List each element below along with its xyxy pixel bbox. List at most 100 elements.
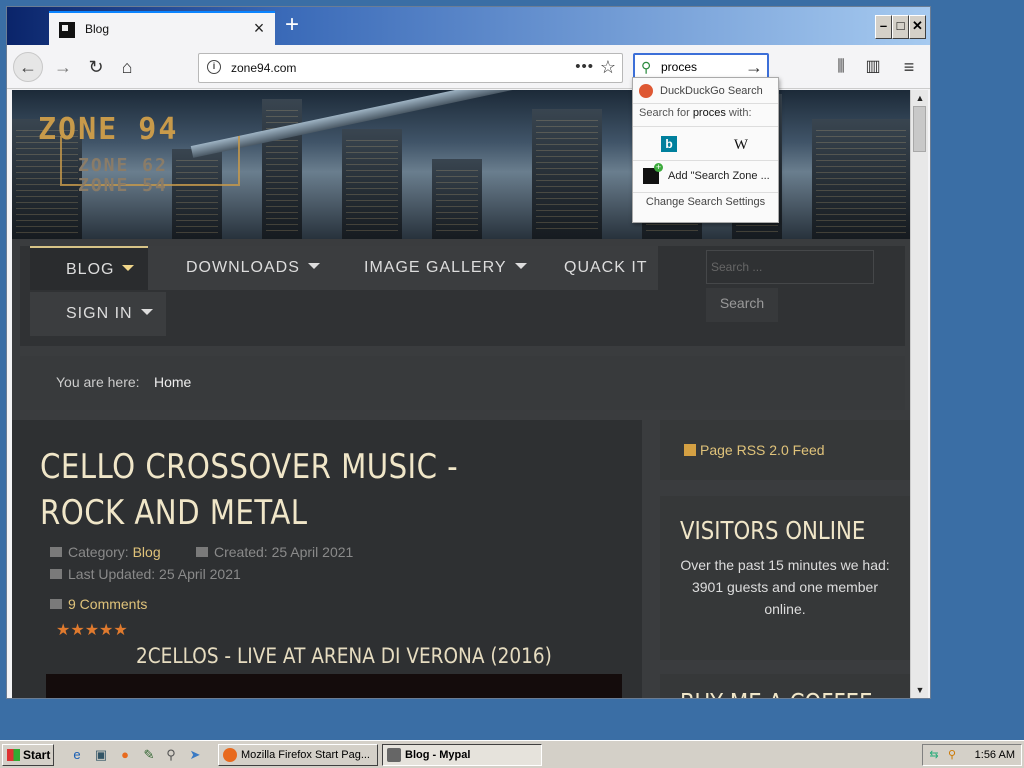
wikipedia-search-button[interactable]: W	[711, 132, 771, 156]
hint-term: proces	[692, 107, 726, 119]
network-icon[interactable]: ⇆	[927, 748, 941, 762]
new-tab-button[interactable]: +	[279, 13, 305, 39]
chevron-down-icon	[122, 265, 135, 271]
navigation-toolbar: ← → ↻ ⌂ i zone94.com ••• ☆ ⚲ → ⫼ ▥ ≡	[7, 45, 930, 89]
video-player[interactable]	[46, 674, 622, 698]
updated-date: Last Updated: 25 April 2021	[68, 566, 241, 582]
chevron-down-icon	[307, 263, 320, 269]
banner-building	[262, 99, 302, 239]
rss-feed-link[interactable]: Page RSS 2.0 Feed	[684, 442, 825, 458]
calendar-icon	[50, 569, 62, 579]
task-mypal[interactable]: Blog - Mypal	[382, 744, 542, 766]
category-link[interactable]: Blog	[133, 544, 161, 560]
home-button[interactable]: ⌂	[113, 53, 141, 81]
visitors-text-1: Over the past 15 minutes we had:	[680, 557, 890, 573]
banner-building	[342, 129, 402, 239]
logo-subtitle: ZONE 62 ZONE 54	[78, 156, 168, 196]
rss-feed-box: Page RSS 2.0 Feed	[660, 420, 910, 480]
close-window-button[interactable]: ✕	[909, 15, 926, 39]
article-title[interactable]: CELLO CROSSOVER MUSIC - ROCK AND METAL	[40, 444, 522, 536]
menu-item-image-gallery[interactable]: IMAGE GALLERY	[328, 246, 528, 290]
comments-link[interactable]: 9 Comments	[50, 596, 147, 612]
taskbar: Start e ▣ ● ✎ ⚲ ➤ Mozilla Firefox Start …	[0, 740, 1024, 768]
divider	[633, 103, 778, 104]
clock[interactable]: 1:56 AM	[975, 749, 1015, 761]
search-go-icon[interactable]: →	[745, 57, 763, 78]
comment-icon	[50, 599, 62, 609]
menu-item-sign-in[interactable]: SIGN IN	[30, 292, 166, 336]
visitors-text-2: 3901 guests and one member online.	[691, 579, 878, 617]
site-search-button[interactable]: Search	[706, 288, 778, 322]
minimize-button[interactable]: –	[875, 15, 892, 39]
hamburger-menu-icon[interactable]: ≡	[895, 53, 923, 81]
url-text[interactable]: zone94.com	[231, 61, 296, 75]
messenger-icon[interactable]: ➤	[186, 746, 204, 764]
back-button[interactable]: ←	[13, 52, 43, 82]
address-bar[interactable]: i zone94.com ••• ☆	[198, 53, 623, 83]
tab-close-icon[interactable]: ×	[249, 18, 269, 39]
site-logo[interactable]: ZONE 94 ZONE 62 ZONE 54	[30, 108, 250, 208]
task-label: Mozilla Firefox Start Pag...	[241, 749, 370, 761]
bookmark-star-icon[interactable]: ☆	[600, 57, 616, 78]
current-engine-row: DuckDuckGo Search	[633, 80, 778, 102]
breadcrumb-label: You are here:	[56, 374, 140, 390]
maximize-button[interactable]: □	[892, 15, 909, 39]
mypal-task-icon	[387, 748, 401, 762]
library-icon[interactable]: ⫼	[827, 53, 855, 81]
search-app-icon[interactable]: ⚲	[162, 746, 180, 764]
logo-title: ZONE 94	[38, 112, 179, 147]
article: CELLO CROSSOVER MUSIC - ROCK AND METAL C…	[12, 420, 642, 698]
sidebar-toggle-icon[interactable]: ▥	[859, 53, 887, 81]
tab-blog[interactable]: Blog ×	[49, 11, 275, 45]
banner-building	[432, 159, 482, 239]
firefox-icon[interactable]: ●	[116, 746, 134, 764]
article-category: Category: Blog	[50, 544, 161, 560]
menu-item-blog[interactable]: BLOG	[30, 246, 148, 290]
logo-line-2: ZONE 62	[78, 155, 168, 176]
add-search-engine-item[interactable]: Add "Search Zone ...	[633, 162, 778, 188]
tab-title: Blog	[85, 22, 110, 36]
site-info-icon[interactable]: i	[207, 60, 221, 74]
bing-search-button[interactable]: b	[639, 132, 699, 156]
video-title: 2CELLOS - LIVE AT ARENA DI VERONA (2016)	[136, 644, 552, 668]
main-menu: BLOG DOWNLOADS IMAGE GALLERY QUACK IT SI…	[20, 246, 905, 346]
rss-label[interactable]: Page RSS 2.0 Feed	[700, 442, 825, 458]
task-firefox[interactable]: Mozilla Firefox Start Pag...	[218, 744, 378, 766]
search-tray-icon[interactable]: ⚲	[945, 748, 959, 762]
notepad-icon[interactable]: ✎	[140, 746, 158, 764]
rss-icon	[684, 444, 696, 456]
comments-count[interactable]: 9 Comments	[68, 596, 147, 612]
add-engine-icon	[643, 163, 663, 184]
search-for-hint: Search for proces with:	[639, 107, 752, 119]
chevron-down-icon	[514, 263, 527, 269]
change-search-settings-button[interactable]: Change Search Settings	[633, 196, 778, 218]
vertical-scrollbar[interactable]: ▲ ▼	[910, 90, 928, 698]
forward-button[interactable]: →	[49, 53, 77, 81]
reload-button[interactable]: ↻	[82, 53, 110, 81]
site-favicon-icon	[59, 22, 75, 38]
visitors-title: VISITORS ONLINE	[680, 516, 866, 545]
search-suggestions-popup: DuckDuckGo Search Search for proces with…	[632, 77, 779, 223]
star-rating[interactable]: ★★★★★	[56, 620, 128, 640]
add-engine-label: Add "Search Zone ...	[668, 170, 770, 182]
divider	[633, 160, 778, 161]
scroll-up-icon[interactable]: ▲	[912, 91, 928, 105]
breadcrumb-home[interactable]: Home	[154, 374, 191, 390]
menu-label: BLOG	[66, 261, 115, 278]
menu-label: DOWNLOADS	[186, 259, 300, 276]
firefox-task-icon	[223, 748, 237, 762]
explorer-icon[interactable]: ▣	[92, 746, 110, 764]
menu-item-downloads[interactable]: DOWNLOADS	[148, 246, 328, 290]
scroll-down-icon[interactable]: ▼	[912, 683, 928, 697]
title-bar: Blog × + – □ ✕	[7, 7, 930, 45]
menu-item-quack-it[interactable]: QUACK IT	[528, 246, 658, 290]
ie-icon[interactable]: e	[68, 746, 86, 764]
visitors-text: Over the past 15 minutes we had: 3901 gue…	[670, 554, 900, 620]
page-actions-icon[interactable]: •••	[575, 58, 594, 75]
bing-icon: b	[661, 136, 677, 152]
scroll-thumb[interactable]	[913, 106, 926, 152]
start-button[interactable]: Start	[2, 744, 54, 766]
created-date: Created: 25 April 2021	[214, 544, 354, 560]
search-input[interactable]	[661, 60, 741, 74]
site-search-input[interactable]: Search ...	[706, 250, 874, 284]
